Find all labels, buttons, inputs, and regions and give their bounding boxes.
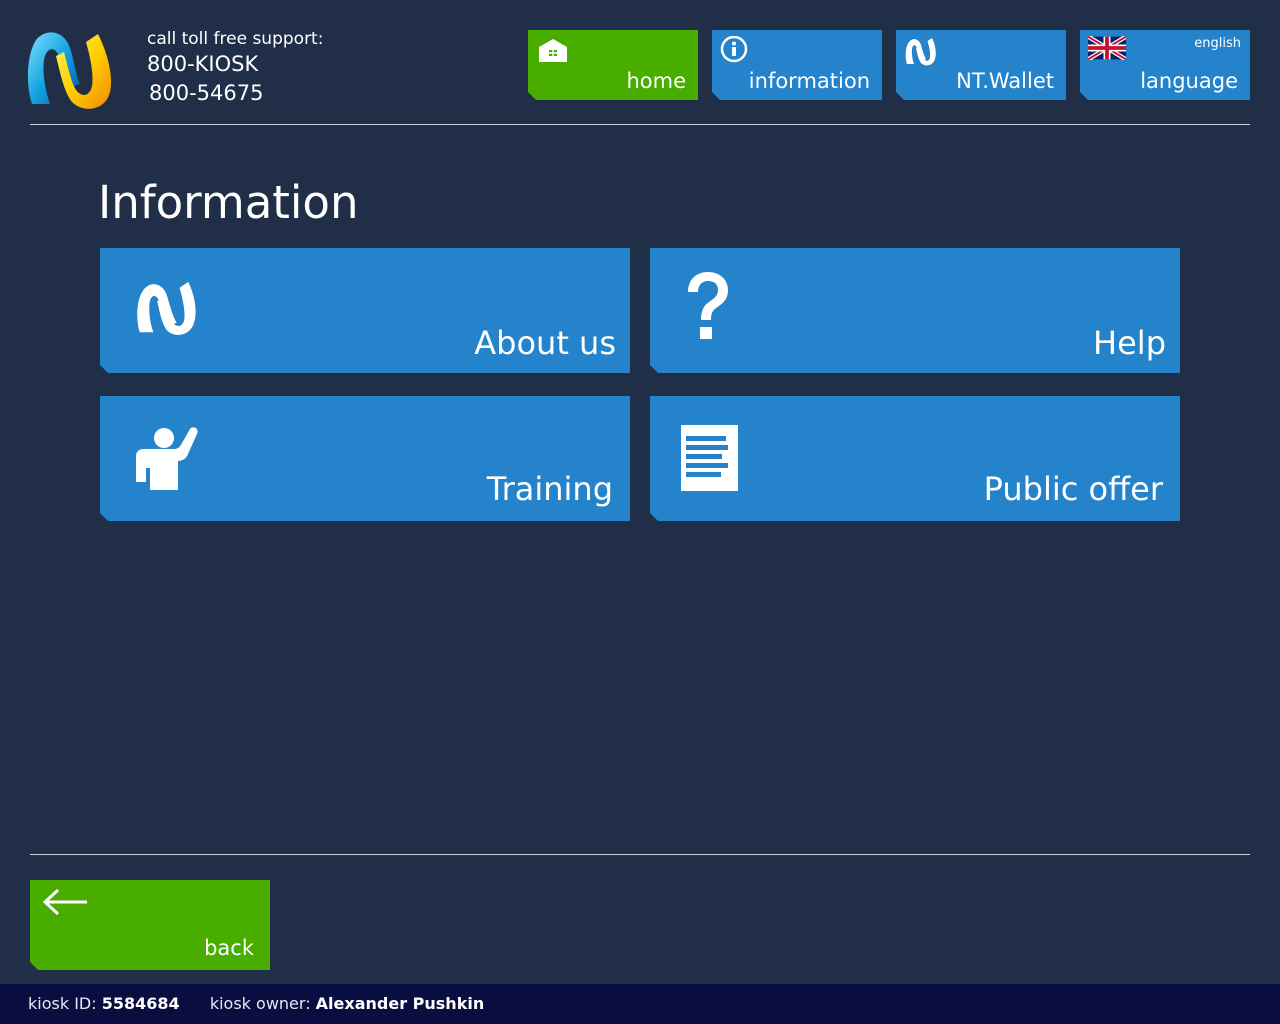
home-label: home <box>626 69 686 93</box>
public-offer-label: Public offer <box>983 470 1163 508</box>
kiosk-id-label: kiosk ID: <box>28 994 97 1013</box>
language-label: language <box>1140 69 1238 93</box>
wallet-logo-icon <box>904 36 936 72</box>
support-info: call toll free support: 800-KIOSK 800-54… <box>147 28 323 108</box>
document-icon <box>681 425 739 495</box>
support-phone-secondary: 800-54675 <box>149 81 264 105</box>
footer-divider <box>30 854 1250 855</box>
support-label: call toll free support: <box>147 29 324 49</box>
back-label: back <box>204 936 254 960</box>
person-raising-hand-icon <box>134 426 206 496</box>
help-tile[interactable]: Help <box>650 248 1180 373</box>
training-label: Training <box>486 470 613 508</box>
kiosk-owner-value: Alexander Pushkin <box>315 994 485 1013</box>
arrow-left-icon <box>42 888 90 922</box>
page-title: Information <box>98 176 359 229</box>
language-button[interactable]: english language <box>1080 30 1250 100</box>
question-mark-icon <box>682 270 732 350</box>
status-footer: kiosk ID: 5584684 kiosk owner: Alexander… <box>0 984 1280 1024</box>
brand-logo <box>24 26 120 112</box>
support-phone-primary: 800-KIOSK <box>147 52 259 76</box>
training-tile[interactable]: Training <box>100 396 630 521</box>
wallet-button[interactable]: NT.Wallet <box>896 30 1066 100</box>
info-icon <box>720 36 752 72</box>
help-label: Help <box>1093 324 1166 362</box>
home-icon <box>536 36 570 68</box>
kiosk-id-value: 5584684 <box>101 994 180 1013</box>
information-label: information <box>748 69 870 93</box>
information-button[interactable]: information <box>712 30 882 100</box>
about-us-tile[interactable]: About us <box>100 248 630 373</box>
header-divider <box>30 124 1250 125</box>
kiosk-owner-label: kiosk owner: <box>209 994 311 1013</box>
about-us-label: About us <box>474 324 616 362</box>
uk-flag-icon <box>1088 36 1126 64</box>
back-button[interactable]: back <box>30 880 270 970</box>
current-language: english <box>1194 36 1241 51</box>
public-offer-tile[interactable]: Public offer <box>650 396 1180 521</box>
brand-logo-icon <box>132 278 198 344</box>
home-button[interactable]: home <box>528 30 698 100</box>
wallet-label: NT.Wallet <box>956 69 1054 93</box>
